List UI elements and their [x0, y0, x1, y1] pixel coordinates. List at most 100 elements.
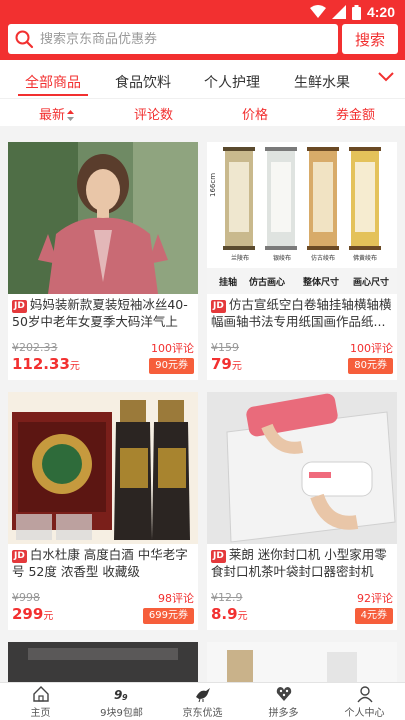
search-input[interactable] — [40, 31, 320, 47]
jd-badge: JD — [211, 300, 226, 313]
image-strip-label: 画心尺寸 — [353, 276, 389, 288]
product-image — [8, 642, 198, 682]
bird-icon — [195, 688, 210, 703]
svg-text:9: 9 — [122, 693, 128, 702]
nav-profile-label: 个人中心 — [344, 708, 385, 719]
nine-nine-icon: 99 — [114, 688, 128, 702]
image-label: 仿古绫布 — [311, 254, 335, 262]
scroll-sample — [265, 147, 297, 250]
original-price: ¥159 — [211, 341, 239, 354]
bottom-nav: 主页 99 9块9包邮 京东优选 拼多多 个人中心 — [0, 682, 405, 720]
price-unit: 元 — [69, 361, 80, 372]
product-title[interactable]: JD 仿古宣纸空白卷轴挂轴横轴横幅画轴书法专用纸国画作品纸... — [211, 296, 395, 330]
signal-icon — [331, 5, 346, 19]
product-image — [207, 392, 397, 544]
tab-food-drinks[interactable]: 食品饮料 — [115, 72, 171, 92]
nav-nine-nine[interactable]: 99 9块9包邮 — [81, 683, 162, 720]
product-card[interactable]: JD莱朗 迷你封口机 小型家用零食封口机茶叶袋封口器密封机塑... ¥12.9 … — [207, 392, 397, 630]
image-strip-label: 仿古画心 — [249, 276, 285, 288]
search-header: 搜索 — [0, 24, 405, 60]
sort-bar: 最新 评论数 价格 券金额 — [0, 98, 405, 126]
price-value: 299 — [12, 605, 44, 623]
nav-nine-nine-label: 9块9包邮 — [100, 708, 143, 719]
product-title-text: 白水杜康 高度白酒 中华老字号 52度 浓香型 收藏级 500ml*2... — [12, 547, 188, 579]
price-value: 8.9 — [211, 605, 238, 623]
price-unit: 元 — [231, 361, 242, 372]
current-price: 112.33元 — [12, 355, 80, 373]
tab-fresh-fruit[interactable]: 生鲜水果 — [294, 72, 350, 92]
product-card[interactable]: 166cm 兰陵布 银绫布 仿古绫布 佛黄绫布 挂轴 仿古画心 整体尺寸 画心尺… — [207, 142, 397, 380]
product-title-text: 妈妈装新款夏装短袖冰丝40-50岁中老年女夏季大码洋气上衣... — [12, 297, 188, 329]
jd-badge: JD — [211, 550, 226, 563]
review-count: 92评论 — [357, 592, 393, 605]
person-icon — [356, 686, 373, 703]
product-image — [8, 392, 198, 544]
price-unit: 元 — [237, 611, 248, 622]
status-bar: 4:20 — [0, 0, 405, 24]
nav-home[interactable]: 主页 — [0, 683, 81, 720]
product-image — [207, 642, 397, 682]
image-label: 兰陵布 — [231, 254, 249, 262]
product-title-text: 仿古宣纸空白卷轴挂轴横轴横幅画轴书法专用纸国画作品纸... — [211, 297, 392, 329]
current-price: 79元 — [211, 355, 242, 373]
nav-pinduoduo-label: 拼多多 — [268, 708, 299, 719]
nav-jd-picks-label: 京东优选 — [182, 708, 223, 719]
sort-newest-label: 最新 — [39, 108, 66, 123]
price-value: 112.33 — [12, 355, 70, 373]
image-strip-label: 整体尺寸 — [302, 276, 339, 288]
category-tabs: 全部商品 食品饮料 个人护理 生鲜水果 — [0, 60, 405, 98]
sort-coupon[interactable]: 券金额 — [336, 104, 375, 123]
price-unit: 元 — [43, 611, 54, 622]
active-tab-indicator — [18, 94, 88, 96]
wifi-icon — [309, 5, 326, 18]
product-card[interactable] — [207, 642, 397, 682]
search-box[interactable] — [8, 24, 338, 54]
product-title[interactable]: JD莱朗 迷你封口机 小型家用零食封口机茶叶袋封口器密封机塑... — [211, 546, 395, 580]
current-price: 299元 — [12, 605, 53, 623]
coupon-badge[interactable]: 699元券 — [142, 608, 194, 624]
sort-reviews[interactable]: 评论数 — [134, 104, 173, 123]
jd-badge: JD — [12, 300, 27, 313]
jd-badge: JD — [12, 550, 27, 563]
review-count: 100评论 — [151, 342, 194, 355]
original-price: ¥202.33 — [12, 341, 58, 354]
sort-arrows-icon — [67, 110, 75, 121]
review-count: 98评论 — [158, 592, 194, 605]
scroll-sample — [307, 147, 339, 250]
image-strip-label: 挂轴 — [219, 276, 237, 288]
image-label: 佛黄绫布 — [353, 254, 377, 262]
nav-home-label: 主页 — [30, 708, 51, 719]
product-card[interactable]: JD白水杜康 高度白酒 中华老字号 52度 浓香型 收藏级 500ml*2...… — [8, 392, 198, 630]
nav-profile[interactable]: 个人中心 — [324, 683, 405, 720]
product-image: 166cm 兰陵布 银绫布 仿古绫布 佛黄绫布 挂轴 仿古画心 整体尺寸 画心尺… — [207, 142, 397, 294]
status-time: 4:20 — [366, 4, 395, 20]
nav-jd-picks[interactable]: 京东优选 — [162, 683, 243, 720]
product-title[interactable]: JD白水杜康 高度白酒 中华老字号 52度 浓香型 收藏级 500ml*2... — [12, 546, 196, 580]
coupon-badge[interactable]: 4元券 — [354, 608, 393, 624]
nav-pinduoduo[interactable]: 拼多多 — [243, 683, 324, 720]
product-title[interactable]: JD妈妈装新款夏装短袖冰丝40-50岁中老年女夏季大码洋气上衣... — [12, 296, 196, 330]
image-size-label: 166cm — [209, 173, 217, 197]
battery-icon — [351, 4, 361, 20]
search-icon — [14, 29, 34, 49]
chevron-down-icon[interactable] — [375, 66, 397, 88]
coupon-badge[interactable]: 90元券 — [149, 358, 194, 374]
home-icon — [32, 686, 49, 702]
tab-all-products[interactable]: 全部商品 — [25, 72, 81, 92]
current-price: 8.9元 — [211, 605, 248, 623]
coupon-badge[interactable]: 80元券 — [348, 358, 393, 374]
review-count: 100评论 — [350, 342, 393, 355]
scroll-sample — [349, 147, 381, 250]
sort-newest[interactable]: 最新 — [39, 104, 75, 123]
product-image — [8, 142, 198, 294]
original-price: ¥12.9 — [211, 591, 243, 604]
image-label: 银绫布 — [273, 254, 291, 262]
product-card[interactable] — [8, 642, 198, 682]
scroll-sample — [223, 147, 255, 250]
search-button[interactable]: 搜索 — [342, 24, 398, 54]
price-value: 79 — [211, 355, 232, 373]
product-card[interactable]: JD妈妈装新款夏装短袖冰丝40-50岁中老年女夏季大码洋气上衣... ¥202.… — [8, 142, 198, 380]
heart-pattern-icon — [276, 687, 291, 701]
sort-price[interactable]: 价格 — [242, 104, 268, 123]
tab-personal-care[interactable]: 个人护理 — [204, 72, 260, 92]
